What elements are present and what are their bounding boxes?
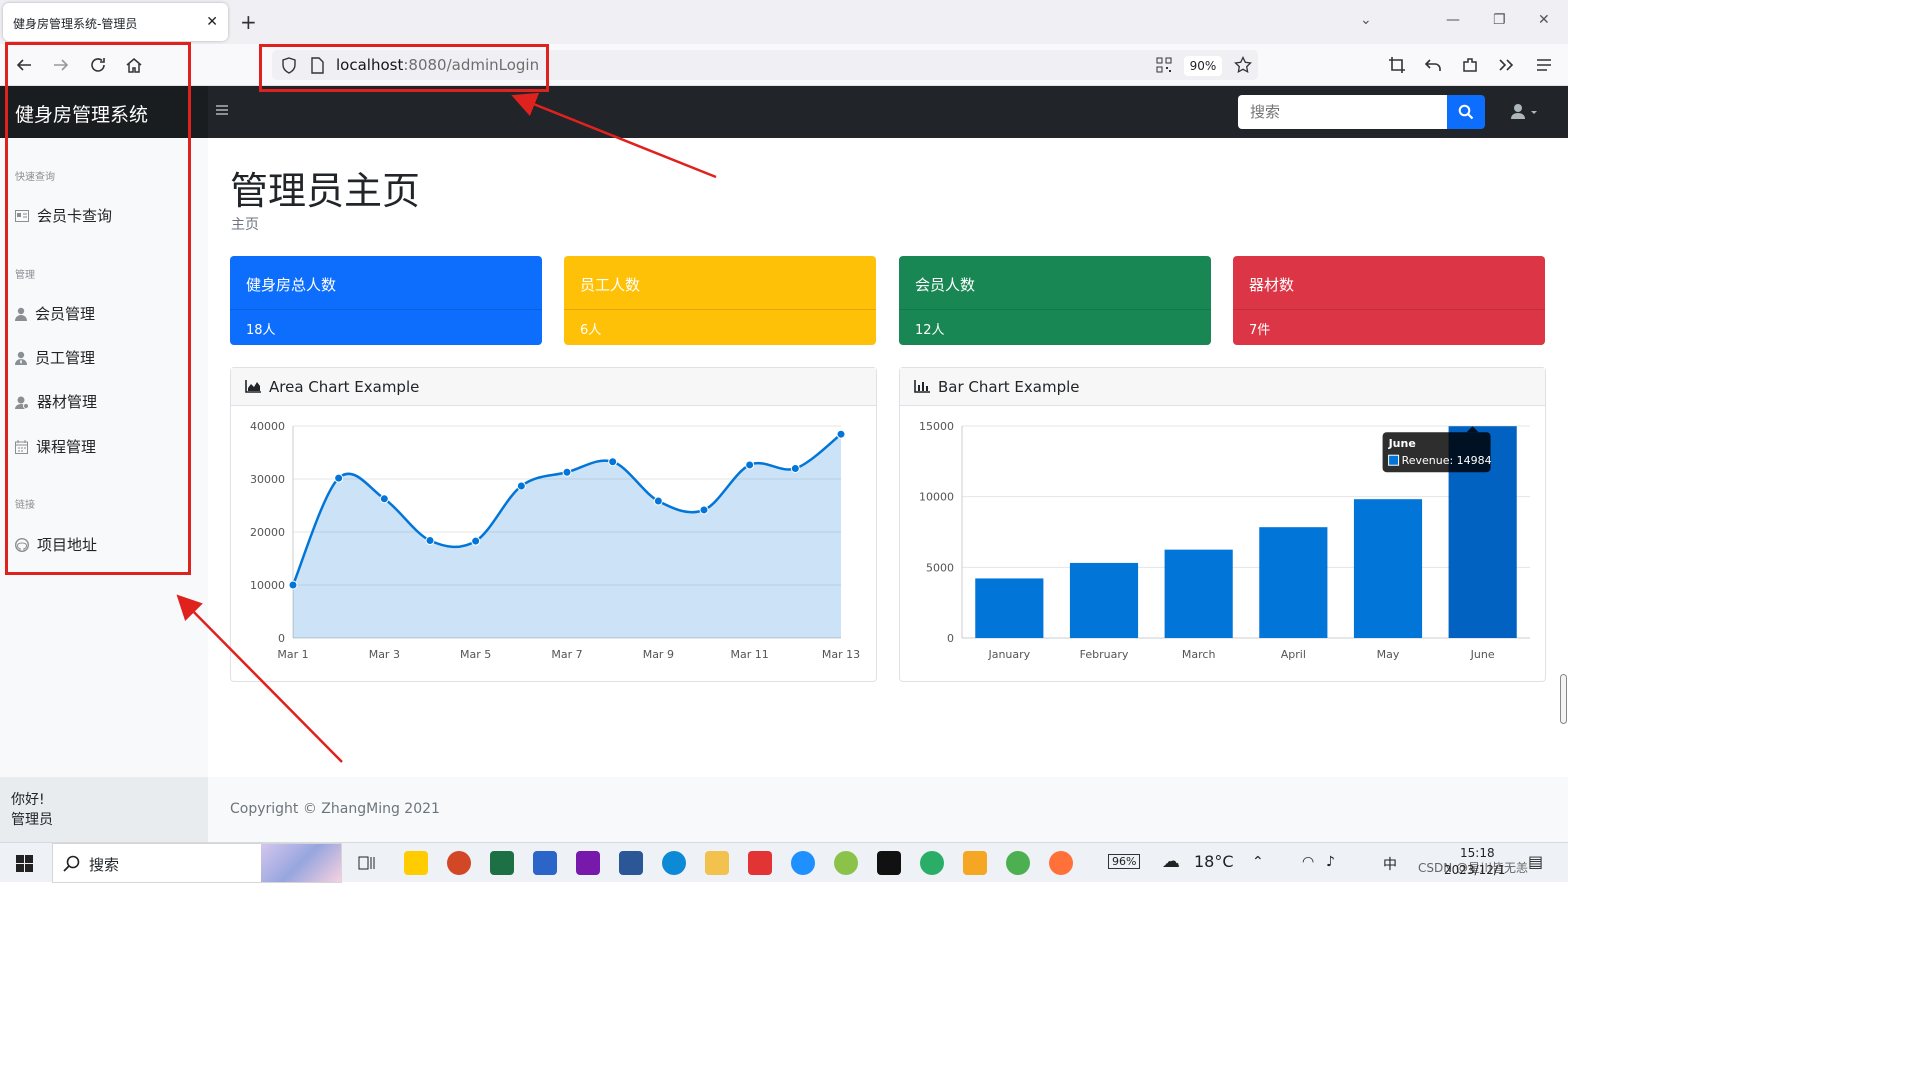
green-app-icon[interactable] [1006,851,1030,875]
onenote-app-icon[interactable] [576,851,600,875]
os-taskbar: 搜索 96% ☁ 18°C ⌃ ◠ ♪ 中 CSDN @星川皆无恙 15:18 … [0,842,1568,883]
windows-start-icon[interactable] [16,855,33,872]
clock-date[interactable]: 2023/12/1 [1444,863,1506,877]
temperature[interactable]: 18°C [1194,852,1234,871]
wifi-icon[interactable]: ◠ [1302,854,1314,870]
qq-app-icon[interactable] [963,851,987,875]
weather-icon[interactable]: ☁ [1162,851,1180,872]
word-app-icon[interactable] [619,851,643,875]
ime-icon[interactable]: 中 [1383,854,1397,874]
file-explorer-app-icon[interactable] [705,851,729,875]
wechat-app-icon[interactable] [920,851,944,875]
battery-indicator[interactable]: 96% [1108,854,1141,869]
clock-time[interactable]: 15:18 [1460,846,1495,860]
notification-icon[interactable]: ▤ [1528,852,1543,871]
scrollbar-thumb[interactable] [1560,674,1567,724]
taskbar-search[interactable]: 搜索 [52,843,342,883]
ie-app-icon[interactable] [791,851,815,875]
powerpoint-app-icon[interactable] [447,851,471,875]
excel-app-icon[interactable] [490,851,514,875]
tray-chevron-icon[interactable]: ⌃ [1252,854,1264,870]
visio-app-icon[interactable] [533,851,557,875]
music-app-icon[interactable] [834,851,858,875]
wps-app-icon[interactable] [748,851,772,875]
edge-app-icon[interactable] [662,851,686,875]
intellij-app-icon[interactable] [877,851,901,875]
task-view-icon[interactable] [358,854,376,872]
annotation-arrows [176,92,717,763]
sticky-notes-app-icon[interactable] [404,851,428,875]
volume-icon[interactable]: ♪ [1326,854,1335,870]
firefox-app-icon[interactable] [1049,851,1073,875]
search-icon [63,855,80,872]
search-highlight-image [261,844,341,882]
taskbar-search-label: 搜索 [89,856,120,874]
